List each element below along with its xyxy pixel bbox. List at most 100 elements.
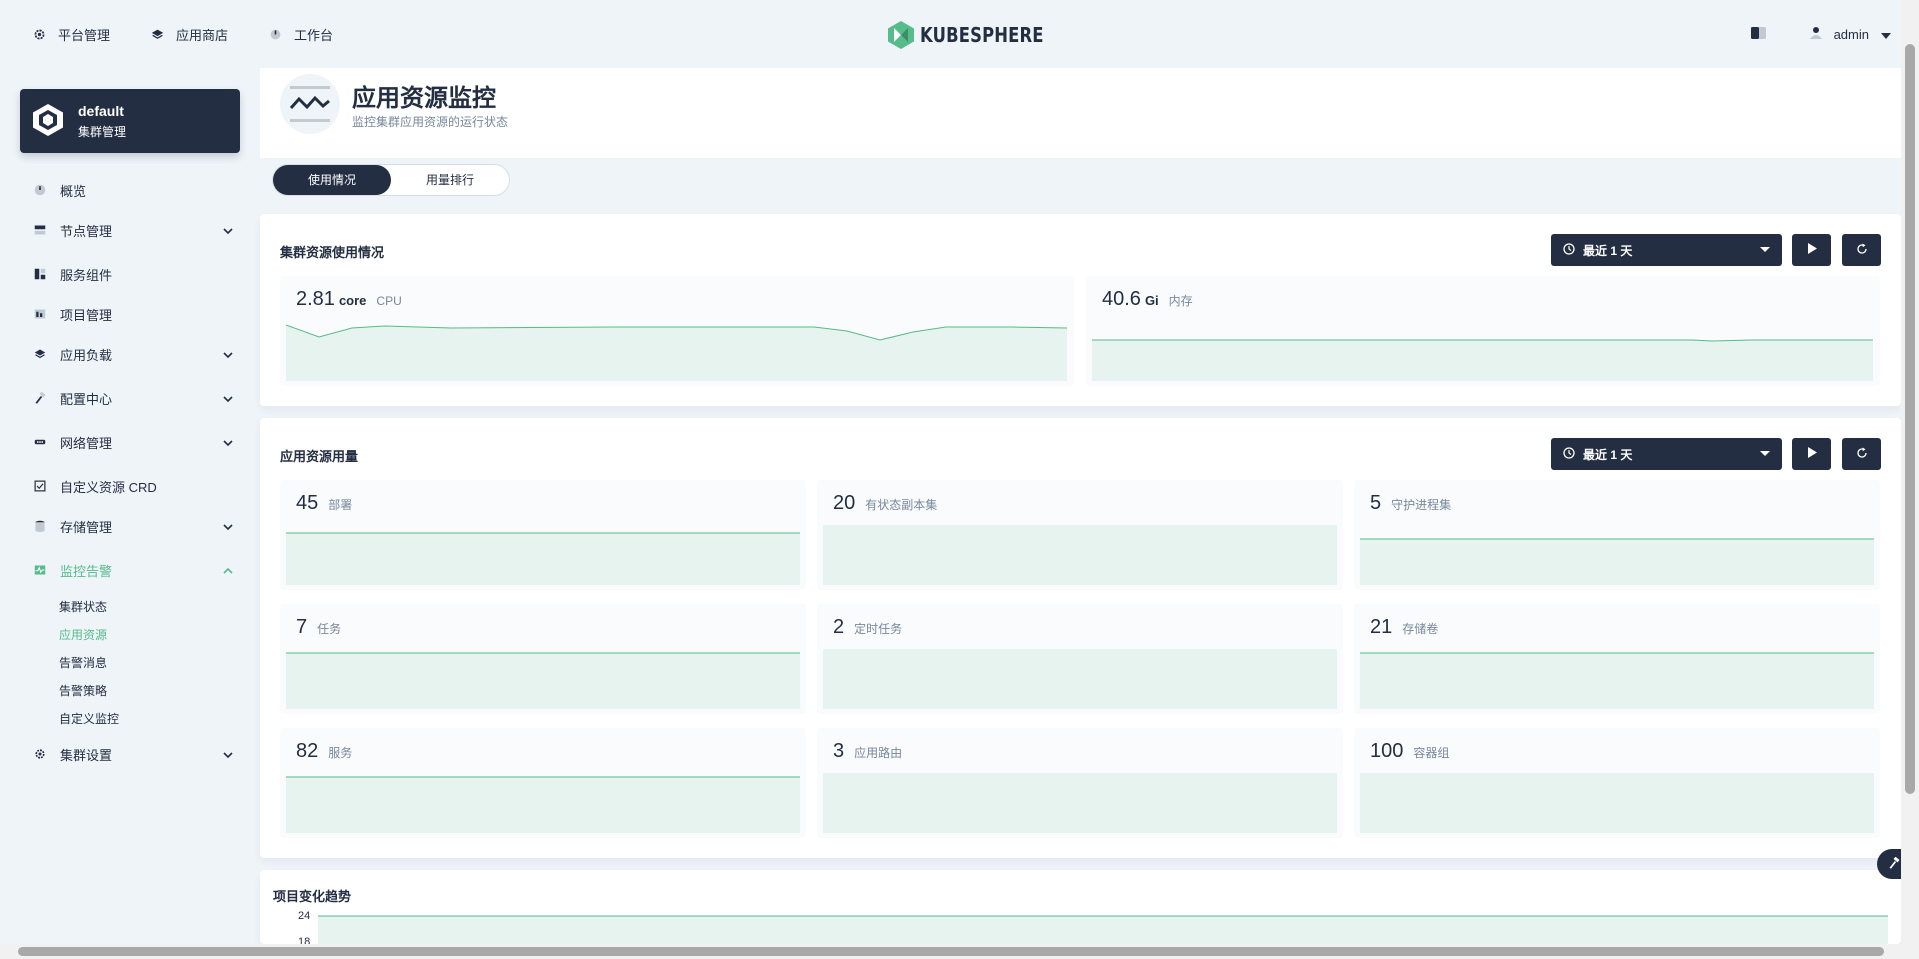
sidebar-item-label: 自定义资源 CRD xyxy=(60,479,157,495)
kubesphere-logo-icon xyxy=(888,21,914,49)
metric-sparkline xyxy=(286,652,800,709)
cpu-value: 2.81 xyxy=(296,288,335,310)
metric-sparkline xyxy=(823,773,1337,833)
sub-item-app-resources[interactable]: 应用资源 xyxy=(59,626,107,643)
metric-value: 100 xyxy=(1370,740,1404,762)
user-menu[interactable]: admin xyxy=(1809,26,1891,42)
kubesphere-logo[interactable]: KUBESPHERE xyxy=(888,21,1071,49)
metric-label: 存储卷 xyxy=(1402,622,1439,636)
sidebar-item-label: 服务组件 xyxy=(60,267,113,283)
metric-pods: 100 容器组 xyxy=(1354,728,1880,838)
metric-volumes: 21 存储卷 xyxy=(1354,604,1880,714)
nodes-icon xyxy=(33,223,47,237)
metric-label: 定时任务 xyxy=(854,622,903,636)
memory-value: 40.6 xyxy=(1102,288,1141,310)
metric-value: 5 xyxy=(1370,492,1382,514)
metric-sparkline xyxy=(823,525,1337,585)
page-title: 应用资源监控 xyxy=(352,85,496,112)
play-button[interactable] xyxy=(1792,234,1831,266)
caret-down-icon xyxy=(1760,451,1770,456)
metric-value: 20 xyxy=(833,492,856,514)
sub-item-alert-policies[interactable]: 告警策略 xyxy=(59,682,107,699)
metric-value-row: 2 定时任务 xyxy=(833,616,902,639)
memory-label: 内存 xyxy=(1168,294,1193,308)
refresh-button[interactable] xyxy=(1842,438,1881,470)
hammer-icon xyxy=(33,391,47,405)
refresh-button[interactable] xyxy=(1842,234,1881,266)
hammer-icon xyxy=(1888,856,1900,872)
metric-value: 82 xyxy=(296,740,319,762)
clock-icon xyxy=(1563,242,1575,258)
time-range-select[interactable]: 最近 1 天 xyxy=(1551,234,1782,266)
sidebar-item-config[interactable]: 配置中心 xyxy=(33,388,233,408)
cluster-subtitle: 集群管理 xyxy=(78,124,127,139)
tab-usage[interactable]: 使用情况 xyxy=(273,165,391,195)
dashboard-icon xyxy=(33,183,47,197)
metric-sparkline xyxy=(286,532,800,585)
tab-ranking[interactable]: 用量排行 xyxy=(391,165,509,195)
metric-value-row: 82 服务 xyxy=(296,740,352,763)
username: admin xyxy=(1833,26,1869,42)
y-tick: 24 xyxy=(298,910,311,922)
time-range-label: 最近 1 天 xyxy=(1583,243,1633,258)
chevron-up-icon xyxy=(223,564,233,579)
horizontal-scroll-thumb[interactable] xyxy=(18,947,1884,956)
cluster-icon xyxy=(32,103,64,140)
sidebar-item-cluster-settings[interactable]: 集群设置 xyxy=(33,744,233,764)
monitor-icon xyxy=(33,563,47,577)
metric-value-row: 45 部署 xyxy=(296,492,352,515)
metric-label: 有状态副本集 xyxy=(865,498,938,512)
time-range-select[interactable]: 最近 1 天 xyxy=(1551,438,1782,470)
nav-workbench[interactable]: 工作台 xyxy=(268,25,333,44)
chevron-down-icon xyxy=(223,520,233,535)
nav-app-store-label: 应用商店 xyxy=(176,27,229,43)
cluster-usage-card: 集群资源使用情况 最近 1 天 2.81 core CPU 40.6 Gi 内存 xyxy=(260,214,1901,406)
refresh-icon xyxy=(1856,447,1868,462)
memory-sparkline xyxy=(1092,339,1873,381)
chevron-down-icon xyxy=(223,748,233,763)
metric-sparkline xyxy=(286,776,800,833)
cluster-card[interactable]: default 集群管理 xyxy=(20,89,240,153)
app-usage-title: 应用资源用量 xyxy=(280,449,359,464)
sidebar-item-projects[interactable]: 项目管理 xyxy=(33,304,233,324)
chevron-down-icon xyxy=(223,224,233,239)
sidebar-item-label: 应用负载 xyxy=(60,347,113,363)
nav-platform-label: 平台管理 xyxy=(58,27,111,43)
sidebar-item-storage[interactable]: 存储管理 xyxy=(33,516,233,536)
sidebar-item-workloads[interactable]: 应用负载 xyxy=(33,344,233,364)
sidebar-item-crd[interactable]: 自定义资源 CRD xyxy=(33,476,233,496)
top-nav: 平台管理 应用商店 工作台 xyxy=(32,0,333,68)
sidebar-item-network[interactable]: 网络管理 xyxy=(33,432,233,452)
database-icon xyxy=(33,519,47,533)
project-trend-area xyxy=(318,915,1888,944)
sub-item-cluster-status[interactable]: 集群状态 xyxy=(59,598,107,615)
metric-ingresses: 3 应用路由 xyxy=(817,728,1343,838)
metric-label: 守护进程集 xyxy=(1391,498,1452,512)
metric-sparkline xyxy=(1360,652,1874,709)
dashboard-icon xyxy=(268,27,282,41)
nav-app-store[interactable]: 应用商店 xyxy=(150,25,228,44)
sidebar-item-label: 监控告警 xyxy=(60,563,113,579)
page-description: 监控集群应用资源的运行状态 xyxy=(352,115,509,129)
cpu-unit: core xyxy=(338,293,367,308)
metric-label: 服务 xyxy=(328,746,353,760)
metric-deployments: 45 部署 xyxy=(280,480,806,590)
sub-item-custom-monitoring[interactable]: 自定义监控 xyxy=(59,710,119,727)
page-header: 应用资源监控 监控集群应用资源的运行状态 xyxy=(260,68,1901,158)
metric-value: 7 xyxy=(296,616,308,638)
play-button[interactable] xyxy=(1792,438,1831,470)
sidebar-item-overview[interactable]: 概览 xyxy=(33,180,233,200)
sidebar-item-nodes[interactable]: 节点管理 xyxy=(33,220,233,240)
cpu-value-row: 2.81 core CPU xyxy=(296,288,402,311)
vertical-scrollbar[interactable] xyxy=(1901,0,1919,944)
docs-icon[interactable] xyxy=(1750,26,1766,42)
crd-icon xyxy=(33,479,47,493)
sidebar-item-monitoring[interactable]: 监控告警 xyxy=(33,560,233,580)
nav-platform[interactable]: 平台管理 xyxy=(32,25,110,44)
sidebar-item-components[interactable]: 服务组件 xyxy=(33,264,233,284)
horizontal-scrollbar[interactable] xyxy=(0,944,1919,959)
sub-item-alert-messages[interactable]: 告警消息 xyxy=(59,654,107,671)
gear-icon xyxy=(32,27,46,41)
gear-icon xyxy=(33,747,47,761)
vertical-scroll-thumb[interactable] xyxy=(1905,44,1915,794)
